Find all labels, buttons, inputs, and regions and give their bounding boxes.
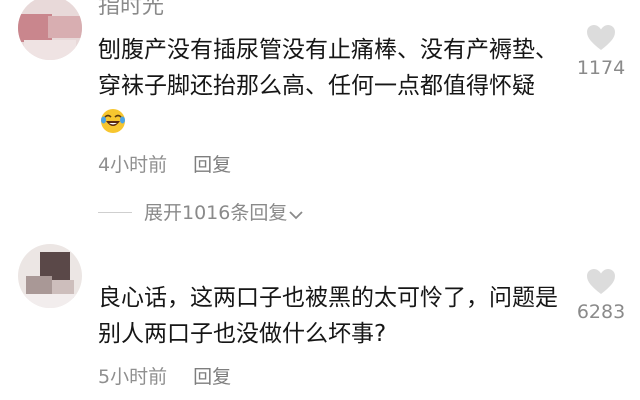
comment-text-body: 良心话，这两口子也被黑的太可怜了，问题是别人两口子也没做什么坏事? bbox=[98, 285, 558, 347]
comment-time: 4小时前 bbox=[98, 154, 168, 176]
laughing-crying-emoji-icon bbox=[101, 109, 125, 133]
like-button[interactable]: 1174 bbox=[570, 24, 632, 79]
divider-line bbox=[98, 212, 132, 213]
comment-item: 指时光 刨腹产没有插尿管没有止痛棒、没有产褥垫、穿袜子脚还抬那么高、任何一点都值… bbox=[0, 0, 640, 240]
chevron-down-icon bbox=[289, 211, 303, 220]
reply-button[interactable]: 回复 bbox=[193, 366, 231, 388]
like-button[interactable]: 6283 bbox=[570, 268, 632, 323]
comment-meta: 5小时前 回复 bbox=[98, 362, 231, 389]
heart-icon bbox=[587, 269, 615, 294]
comment-time: 5小时前 bbox=[98, 366, 168, 388]
like-count: 6283 bbox=[576, 301, 626, 323]
expand-replies-button[interactable]: 展开1016条回复 bbox=[98, 198, 303, 226]
avatar[interactable] bbox=[18, 0, 82, 60]
comment-username[interactable]: 指时光 bbox=[98, 0, 164, 20]
reply-button[interactable]: 回复 bbox=[193, 154, 231, 176]
comment-item: 良心话，这两口子也被黑的太可怜了，问题是别人两口子也没做什么坏事? 5小时前 回复… bbox=[0, 240, 640, 400]
comment-text: 刨腹产没有插尿管没有止痛棒、没有产褥垫、穿袜子脚还抬那么高、任何一点都值得怀疑 bbox=[98, 32, 558, 140]
comment-meta: 4小时前 回复 bbox=[98, 150, 231, 177]
comment-text-body: 刨腹产没有插尿管没有止痛棒、没有产褥垫、穿袜子脚还抬那么高、任何一点都值得怀疑 bbox=[98, 37, 558, 99]
like-count: 1174 bbox=[576, 57, 626, 79]
comment-text: 良心话，这两口子也被黑的太可怜了，问题是别人两口子也没做什么坏事? bbox=[98, 280, 558, 352]
expand-replies-label: 展开1016条回复 bbox=[144, 202, 288, 224]
avatar[interactable] bbox=[18, 244, 82, 308]
heart-icon bbox=[587, 25, 615, 50]
